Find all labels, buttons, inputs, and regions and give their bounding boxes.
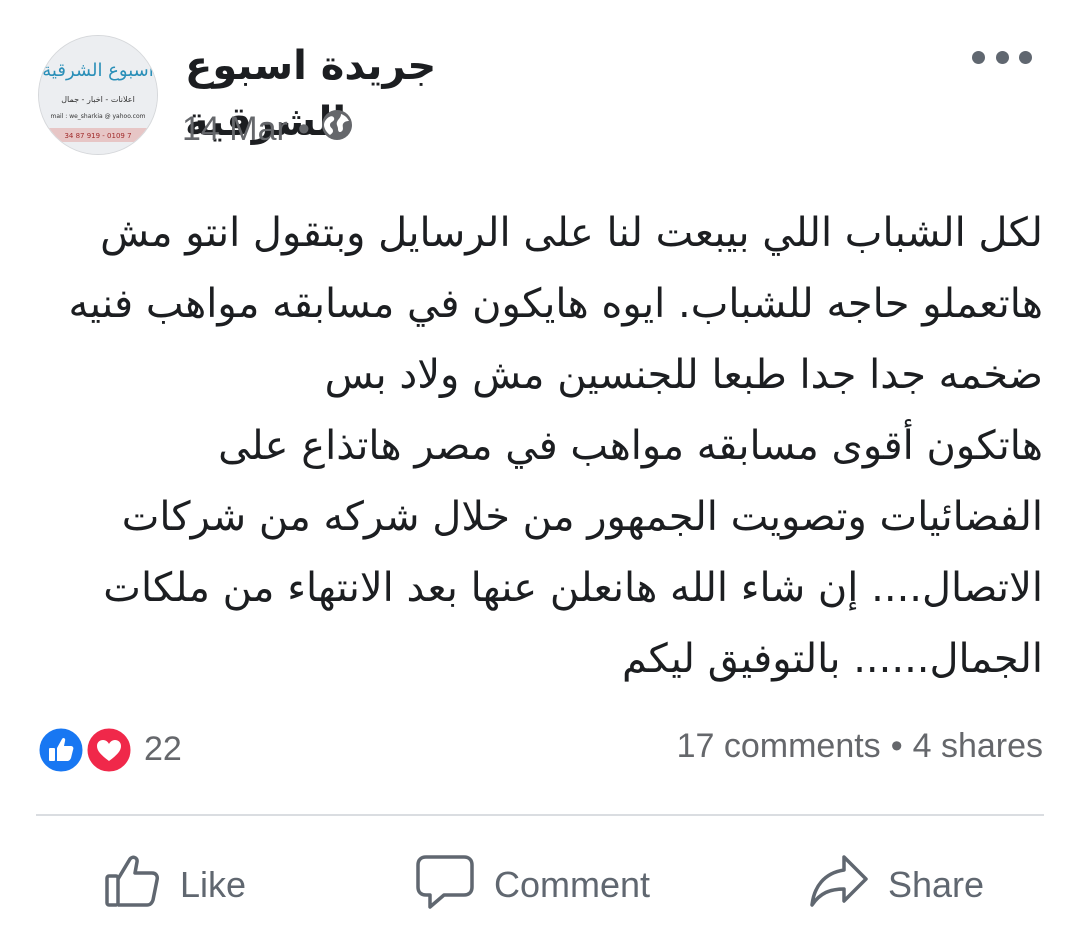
divider [36,814,1044,816]
post-meta: 14 Mar • [182,108,354,151]
comment-bubble-icon [414,851,476,920]
share-button[interactable]: Share [808,850,984,920]
share-label: Share [888,864,985,905]
reactions-summary[interactable]: 22 [36,724,182,775]
like-reaction-icon [36,725,86,779]
page-avatar[interactable]: اسبوع الشرقية اعلانات - اخبار - جمال mai… [38,35,158,155]
comments-count[interactable]: 17 comments [677,727,881,766]
page-logo: اسبوع الشرقية اعلانات - اخبار - جمال mai… [39,36,157,154]
svg-text:mail : we_sharkia @ yahoo.com: mail : we_sharkia @ yahoo.com [51,113,146,120]
svg-text:اسبوع الشرقية: اسبوع الشرقية [42,60,153,81]
post-body: لكل الشباب اللي بيبعت لنا على الرسايل وب… [68,210,1043,682]
globe-icon[interactable] [320,108,354,151]
comment-label: Comment [494,864,651,905]
svg-text:اعلانات - اخبار - جمال: اعلانات - اخبار - جمال [61,95,135,104]
post-date[interactable]: 14 Mar [182,110,288,149]
reaction-count: 22 [144,729,182,768]
like-button[interactable]: Like [102,850,246,920]
meta-separator: • [297,110,310,148]
comment-button[interactable]: Comment [414,850,650,920]
love-reaction-icon [84,725,134,779]
post-stats: 17 comments • 4 shares [677,727,1043,766]
more-dot [1019,50,1032,64]
thumbs-up-icon [102,851,162,920]
more-dots-icon[interactable] [972,42,1032,72]
more-dot [995,50,1009,64]
like-label: Like [180,864,247,905]
reaction-icons [36,724,136,775]
more-dot [972,50,985,64]
stats-separator: • [890,727,903,765]
shares-count[interactable]: 4 shares [913,727,1043,766]
svg-text:34 87 919 - 0109 7: 34 87 919 - 0109 7 [64,132,131,140]
share-arrow-icon [808,851,870,920]
